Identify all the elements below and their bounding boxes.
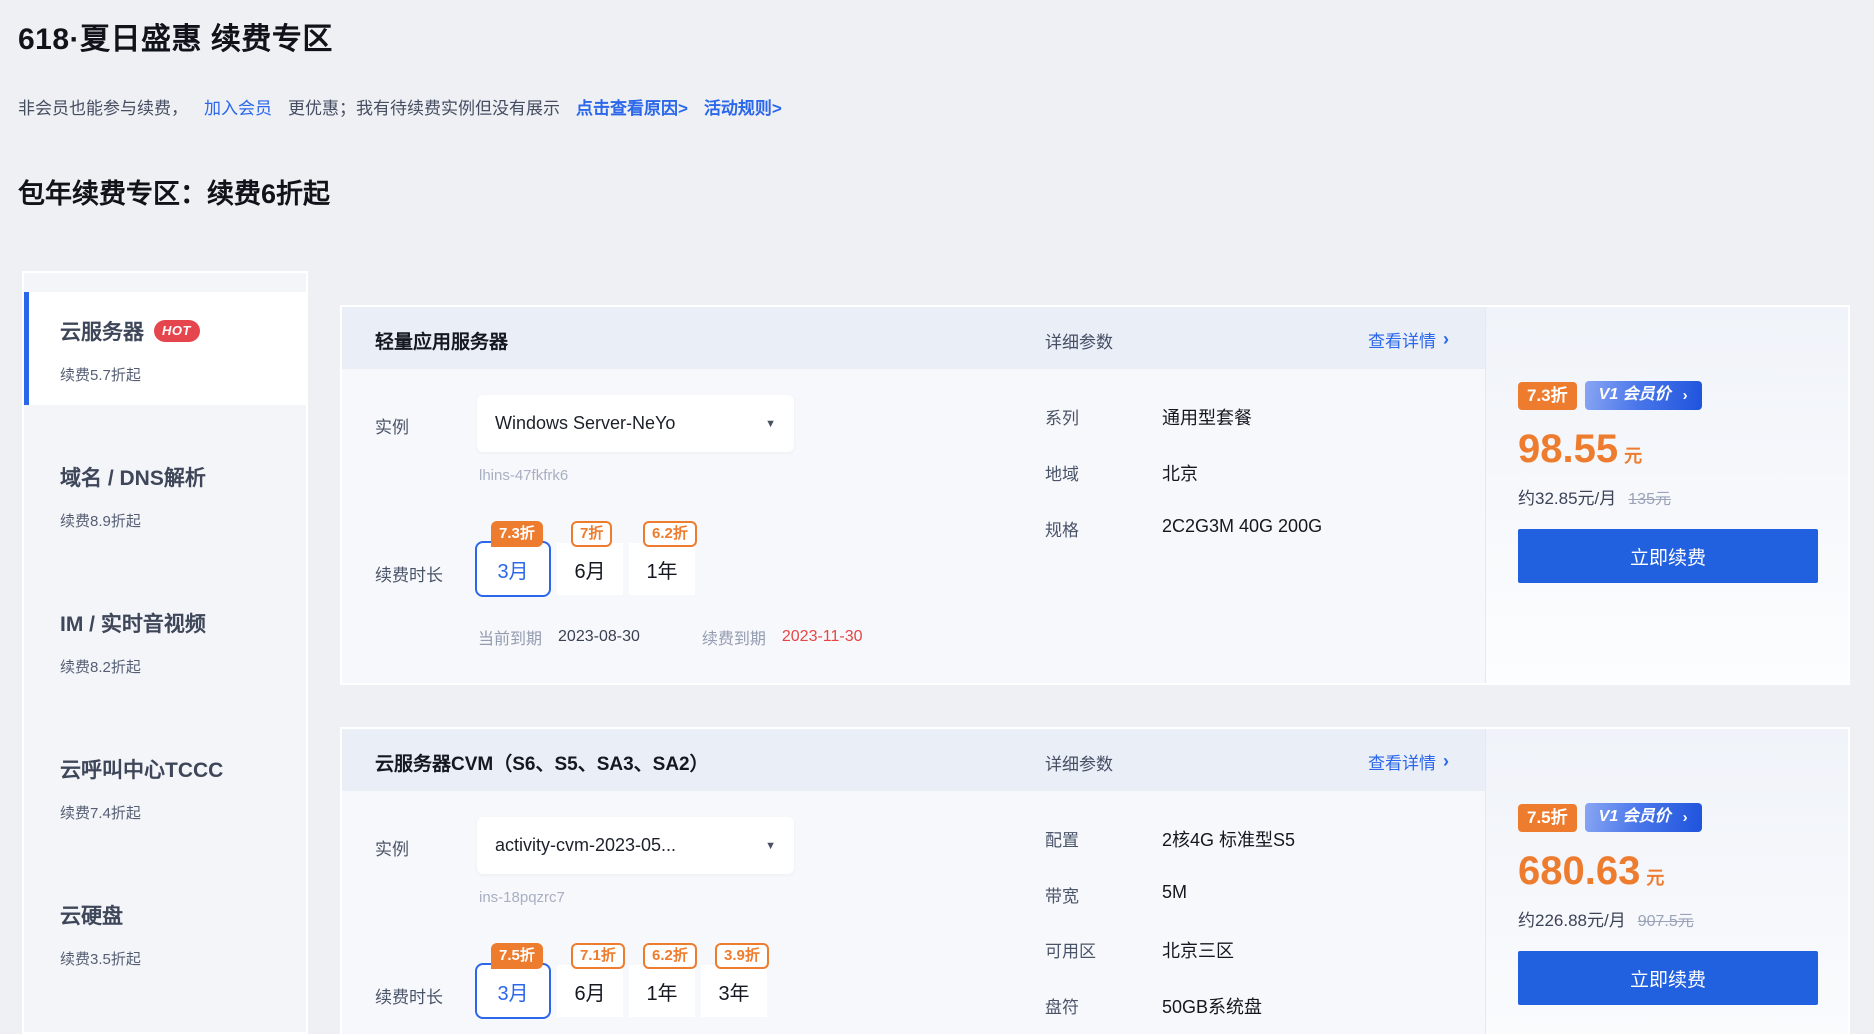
caret-down-icon: ▼ bbox=[765, 418, 776, 430]
discount-badge: 7折 bbox=[571, 521, 612, 547]
card-title: 轻量应用服务器 bbox=[375, 327, 508, 354]
renewal-zone-page: 618·夏日盛惠 续费专区 非会员也能参与续费， 加入会员 更优惠；我有待续费实… bbox=[0, 0, 1874, 1034]
spec-row: 可用区 北京三区 bbox=[1045, 937, 1295, 963]
renew-now-button[interactable]: 立即续费 bbox=[1518, 951, 1818, 1005]
view-reason-link[interactable]: 点击查看原因> bbox=[576, 94, 688, 119]
sidebar-item-title: 云硬盘 bbox=[60, 900, 123, 930]
duration-tab-3m[interactable]: 7.3折 3月 bbox=[475, 541, 551, 597]
duration-label: 续费时长 bbox=[375, 983, 443, 1008]
renew-now-button[interactable]: 立即续费 bbox=[1518, 529, 1818, 583]
instance-id: ins-18pqzrc7 bbox=[479, 889, 565, 906]
product-card-cvm: 云服务器CVM（S6、S5、SA3、SA2） 详细参数 查看详情 › 实例 ac… bbox=[340, 727, 1850, 1034]
sidebar-item-title: 域名 / DNS解析 bbox=[60, 462, 206, 492]
member-price-badge[interactable]: V1 会员价 › bbox=[1585, 381, 1702, 410]
price-amount: 98.55 bbox=[1518, 427, 1618, 471]
duration-tab-3y[interactable]: 3.9折 3年 bbox=[701, 965, 767, 1017]
params-label: 详细参数 bbox=[1045, 750, 1113, 775]
subtitle-mid: 更优惠；我有待续费实例但没有展示 bbox=[288, 94, 560, 119]
discount-badge: 7.1折 bbox=[571, 943, 625, 969]
card-header: 轻量应用服务器 详细参数 查看详情 › bbox=[342, 307, 1485, 369]
spec-row: 规格 2C2G3M 40G 200G bbox=[1045, 516, 1322, 541]
price-discount-badge: 7.3折 bbox=[1518, 382, 1577, 410]
view-detail-link[interactable]: 查看详情 › bbox=[1368, 749, 1449, 774]
discount-badge: 6.2折 bbox=[643, 943, 697, 969]
spec-row: 配置 2核4G 标准型S5 bbox=[1045, 826, 1295, 852]
view-detail-link[interactable]: 查看详情 › bbox=[1368, 327, 1449, 352]
instance-label: 实例 bbox=[375, 413, 409, 438]
current-expiry-label: 当前到期 bbox=[478, 625, 542, 649]
duration-tab-1y[interactable]: 6.2折 1年 bbox=[629, 543, 695, 595]
product-card-lighthouse: 轻量应用服务器 详细参数 查看详情 › 实例 Windows Server-Ne… bbox=[340, 305, 1850, 685]
discount-badge: 7.3折 bbox=[491, 521, 543, 547]
current-expiry-value: 2023-08-30 bbox=[558, 628, 640, 646]
category-sidebar: 云服务器 HOT 续费5.7折起 域名 / DNS解析 续费8.9折起 IM /… bbox=[22, 271, 308, 1034]
price-unit: 元 bbox=[1646, 864, 1664, 890]
sidebar-item-subtitle: 续费3.5折起 bbox=[60, 948, 306, 969]
card-header: 云服务器CVM（S6、S5、SA3、SA2） 详细参数 查看详情 › bbox=[342, 729, 1485, 791]
price-unit: 元 bbox=[1624, 442, 1642, 468]
sidebar-item-im-trtc[interactable]: IM / 实时音视频 续费8.2折起 bbox=[24, 584, 306, 697]
sidebar-item-tccc[interactable]: 云呼叫中心TCCC 续费7.4折起 bbox=[24, 730, 306, 843]
join-member-link[interactable]: 加入会员 bbox=[204, 94, 272, 119]
params-label: 详细参数 bbox=[1045, 328, 1113, 353]
monthly-price: 约32.85元/月 bbox=[1518, 484, 1616, 509]
card-title: 云服务器CVM（S6、S5、SA3、SA2） bbox=[375, 749, 709, 776]
instance-select-value: Windows Server-NeYo bbox=[495, 413, 757, 434]
duration-tabs: 7.3折 3月 7折 6月 6.2折 1年 bbox=[475, 543, 695, 597]
page-title: 618·夏日盛惠 续费专区 bbox=[18, 14, 333, 58]
original-price: 135元 bbox=[1628, 485, 1671, 509]
original-price: 907.5元 bbox=[1638, 907, 1694, 931]
duration-tab-6m[interactable]: 7.1折 6月 bbox=[557, 965, 623, 1017]
spec-row: 系列 通用型套餐 bbox=[1045, 404, 1322, 430]
sidebar-item-domain-dns[interactable]: 域名 / DNS解析 续费8.9折起 bbox=[24, 438, 306, 551]
spec-row: 地域 北京 bbox=[1045, 460, 1322, 486]
duration-tabs: 7.5折 3月 7.1折 6月 6.2折 1年 3.9折 3年 bbox=[475, 965, 767, 1019]
sidebar-item-subtitle: 续费5.7折起 bbox=[60, 364, 306, 385]
sidebar-item-title: IM / 实时音视频 bbox=[60, 608, 206, 638]
sidebar-item-subtitle: 续费8.9折起 bbox=[60, 510, 306, 531]
instance-select-value: activity-cvm-2023-05... bbox=[495, 835, 757, 856]
subtitle-prefix: 非会员也能参与续费， bbox=[18, 94, 188, 119]
sidebar-item-title: 云呼叫中心TCCC bbox=[60, 754, 223, 784]
sidebar-item-cloud-disk[interactable]: 云硬盘 续费3.5折起 bbox=[24, 876, 306, 989]
section-title: 包年续费专区：续费6折起 bbox=[18, 172, 330, 211]
price-panel: 7.5折 V1 会员价 › 680.63 元 约226.88元/月 907.5元… bbox=[1485, 729, 1848, 1034]
duration-tab-3m[interactable]: 7.5折 3月 bbox=[475, 963, 551, 1019]
chevron-right-icon: › bbox=[1443, 329, 1449, 350]
monthly-price: 约226.88元/月 bbox=[1518, 906, 1626, 931]
discount-badge: 7.5折 bbox=[491, 943, 543, 969]
duration-label: 续费时长 bbox=[375, 561, 443, 586]
duration-tab-6m[interactable]: 7折 6月 bbox=[557, 543, 623, 595]
sidebar-item-subtitle: 续费8.2折起 bbox=[60, 656, 306, 677]
price-panel: 7.3折 V1 会员价 › 98.55 元 约32.85元/月 135元 立即续… bbox=[1485, 307, 1848, 683]
member-price-badge[interactable]: V1 会员价 › bbox=[1585, 803, 1702, 832]
price-discount-badge: 7.5折 bbox=[1518, 804, 1577, 832]
instance-id: lhins-47fkfrk6 bbox=[479, 467, 568, 484]
spec-row: 带宽 5M bbox=[1045, 882, 1295, 907]
chevron-right-icon: › bbox=[1683, 810, 1688, 825]
sidebar-item-cloud-server[interactable]: 云服务器 HOT 续费5.7折起 bbox=[24, 292, 306, 405]
instance-label: 实例 bbox=[375, 835, 409, 860]
spec-list: 配置 2核4G 标准型S5 带宽 5M 可用区 北京三区 盘符 50GB系统盘 bbox=[1045, 826, 1295, 1034]
page-subtitle: 非会员也能参与续费， 加入会员 更优惠；我有待续费实例但没有展示 点击查看原因>… bbox=[18, 94, 782, 119]
renew-expiry-value: 2023-11-30 bbox=[782, 628, 863, 646]
expiry-dates: 当前到期 2023-08-30 续费到期 2023-11-30 bbox=[478, 625, 863, 649]
sidebar-item-subtitle: 续费7.4折起 bbox=[60, 802, 306, 823]
hot-badge: HOT bbox=[154, 320, 200, 342]
activity-rules-link[interactable]: 活动规则> bbox=[704, 94, 782, 119]
discount-badge: 6.2折 bbox=[643, 521, 697, 547]
chevron-right-icon: › bbox=[1683, 388, 1688, 403]
duration-tab-1y[interactable]: 6.2折 1年 bbox=[629, 965, 695, 1017]
renew-expiry-label: 续费到期 bbox=[702, 625, 766, 649]
chevron-right-icon: › bbox=[1443, 751, 1449, 772]
instance-select[interactable]: activity-cvm-2023-05... ▼ bbox=[477, 817, 794, 874]
sidebar-item-title: 云服务器 bbox=[60, 316, 144, 346]
price-amount: 680.63 bbox=[1518, 849, 1640, 893]
spec-row: 盘符 50GB系统盘 bbox=[1045, 993, 1295, 1019]
spec-list: 系列 通用型套餐 地域 北京 规格 2C2G3M 40G 200G bbox=[1045, 404, 1322, 571]
discount-badge: 3.9折 bbox=[715, 943, 769, 969]
caret-down-icon: ▼ bbox=[765, 840, 776, 852]
instance-select[interactable]: Windows Server-NeYo ▼ bbox=[477, 395, 794, 452]
